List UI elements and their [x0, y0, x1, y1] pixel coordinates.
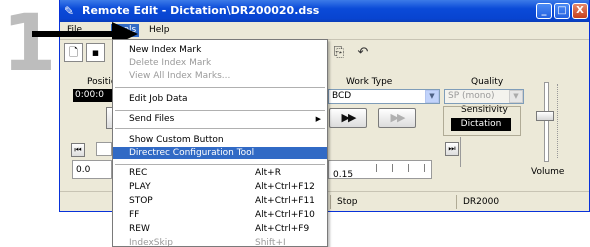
step-number: 1 — [2, 0, 57, 89]
menu-item-label: Delete Index Mark — [129, 58, 212, 68]
skip-end-button[interactable]: ⏭ — [445, 142, 459, 156]
menu-item-send-files[interactable]: Send Files ▶ — [113, 113, 327, 125]
volume-label: Volume — [531, 167, 565, 177]
rewind-start-button[interactable]: ⏮ — [71, 143, 85, 157]
title-bar[interactable]: ✎ Remote Edit - Dictation\DR200020.dss _… — [60, 0, 589, 22]
menu-item-shortcut: Alt+Ctrl+F9 — [255, 224, 310, 234]
status-model: DR2000 — [456, 195, 583, 209]
menu-item-directrec-configuration-tool[interactable]: Directrec Configuration Tool — [113, 147, 327, 159]
menu-item-shortcut: Alt+R — [255, 168, 281, 178]
menu-item-shortcut: Alt+Ctrl+F12 — [255, 182, 315, 192]
save-icon[interactable]: ▪ — [86, 43, 105, 62]
menu-item-rew[interactable]: REW Alt+Ctrl+F9 — [113, 223, 327, 235]
menu-item-label: IndexSkip — [129, 238, 173, 247]
submenu-arrow-icon: ▶ — [315, 115, 321, 123]
menu-item-view-all-index-marks[interactable]: View All Index Marks... — [113, 70, 327, 82]
scale-left-label: 0.0 — [76, 165, 91, 175]
tools-menu: New Index Mark Delete Index Mark View Al… — [112, 39, 328, 247]
scale-tick — [408, 164, 409, 172]
menu-item-rec[interactable]: REC Alt+R — [113, 167, 327, 179]
menu-item-label: Show Custom Button — [129, 135, 224, 145]
work-type-label: Work Type — [346, 77, 393, 87]
pointer-arrow-shaft — [32, 31, 120, 37]
position-track[interactable] — [96, 142, 112, 156]
scale-tick — [376, 164, 377, 172]
new-file-icon[interactable]: 🗋 — [64, 43, 83, 62]
menu-separator — [115, 128, 325, 129]
pencil-icon: ✎ — [64, 4, 75, 18]
menu-item-stop[interactable]: STOP Alt+Ctrl+F11 — [113, 195, 327, 207]
marker-line — [460, 137, 461, 167]
menu-item-new-index-mark[interactable]: New Index Mark — [113, 44, 327, 56]
menu-item-shortcut: Alt+Ctrl+F11 — [255, 196, 315, 206]
work-type-select[interactable]: BCD — [328, 89, 440, 104]
menu-item-label: STOP — [129, 196, 153, 206]
transfer-icon[interactable]: ⎘ — [330, 44, 348, 62]
window-title: Remote Edit - Dictation\DR200020.dss — [82, 4, 320, 17]
menu-item-label: Directrec Configuration Tool — [129, 148, 255, 158]
scale-tick — [392, 164, 393, 172]
sensitivity-display[interactable]: Dictation — [451, 118, 511, 131]
close-button[interactable]: X — [572, 3, 588, 19]
menu-item-label: PLAY — [129, 182, 151, 192]
play-button[interactable]: ▶▶ — [329, 108, 367, 128]
work-type-chevron-down-icon[interactable]: ▼ — [425, 90, 439, 103]
menu-item-ff[interactable]: FF Alt+Ctrl+F10 — [113, 209, 327, 221]
menu-item-shortcut: Alt+Ctrl+F10 — [255, 210, 315, 220]
quality-chevron-down-icon[interactable]: ▼ — [509, 90, 523, 103]
status-stop: Stop — [330, 195, 427, 209]
volume-slider-thumb[interactable] — [536, 111, 554, 121]
menu-item-shortcut: Shift+I — [255, 238, 286, 247]
minimize-button[interactable]: _ — [536, 3, 552, 19]
menu-bar: File Tools Help — [60, 22, 589, 40]
volume-track[interactable] — [544, 82, 549, 162]
scale-mid-label: 0.15 — [333, 170, 354, 180]
menu-item-label: View All Index Marks... — [129, 71, 231, 81]
menu-item-label: Send Files — [129, 114, 175, 124]
menu-separator — [115, 164, 325, 165]
menu-item-label: REC — [129, 168, 148, 178]
menu-item-label: FF — [129, 210, 140, 220]
menu-item-edit-job-data[interactable]: Edit Job Data — [113, 93, 327, 105]
menu-item-label: New Index Mark — [129, 45, 202, 55]
fast-forward-button[interactable]: ▶▶ — [378, 108, 416, 128]
menu-item-play[interactable]: PLAY Alt+Ctrl+F12 — [113, 181, 327, 193]
maximize-button[interactable]: □ — [554, 3, 570, 19]
quality-label: Quality — [471, 77, 504, 87]
undo-icon[interactable]: ↶ — [354, 44, 372, 62]
menu-separator — [115, 87, 325, 88]
menu-item-label: REW — [129, 224, 150, 234]
volume-ticks — [554, 84, 558, 158]
menu-item-delete-index-mark[interactable]: Delete Index Mark — [113, 57, 327, 69]
menu-item-label: Edit Job Data — [129, 94, 188, 104]
menu-item-show-custom-button[interactable]: Show Custom Button — [113, 134, 327, 146]
menu-separator — [115, 110, 325, 111]
scale-tick — [424, 164, 425, 172]
menu-help[interactable]: Help — [146, 24, 173, 37]
menu-item-indexskip[interactable]: IndexSkip Shift+I — [113, 237, 327, 247]
